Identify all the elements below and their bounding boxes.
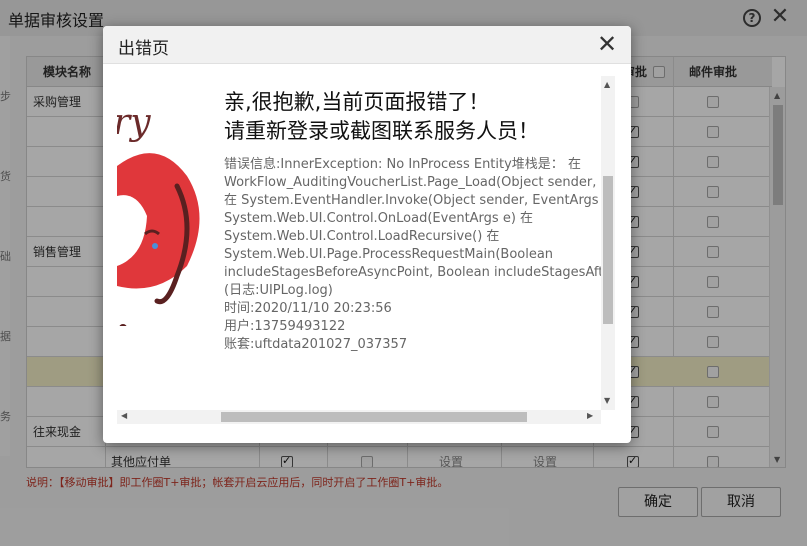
error-detail-line: 在 System.EventHandler.Invoke(Object send… bbox=[224, 193, 607, 208]
scroll-right-icon[interactable]: ▶ bbox=[587, 411, 593, 420]
error-detail-line: System.Web.UI.Control.OnLoad(EventArgs e… bbox=[224, 211, 534, 226]
mascot-dot bbox=[119, 324, 127, 326]
error-heading-line: 请重新登录或截图联系服务人员！ bbox=[224, 119, 539, 143]
error-detail-line: 错误信息:InnerException: No InProcess Entity… bbox=[224, 157, 581, 172]
error-detail-line: (日志:UIPLog.log) bbox=[224, 283, 333, 298]
mascot-text: ry bbox=[117, 102, 151, 143]
mascot-tear bbox=[152, 243, 158, 249]
scroll-up-icon[interactable]: ▲ bbox=[604, 80, 610, 89]
scroll-thumb[interactable] bbox=[603, 176, 613, 324]
error-detail-line: 时间:2020/11/10 20:23:56 bbox=[224, 301, 392, 316]
error-detail-line: System.Web.UI.Page.ProcessRequestMain(Bo… bbox=[224, 247, 554, 262]
error-detail-line: 用户:13759493122 bbox=[224, 319, 346, 334]
scroll-left-icon[interactable]: ◀ bbox=[121, 411, 127, 420]
error-detail: 错误信息:InnerException: No InProcess Entity… bbox=[224, 156, 607, 354]
scroll-down-icon[interactable]: ▼ bbox=[604, 396, 610, 405]
modal-title: 出错页 bbox=[118, 39, 169, 59]
close-icon[interactable]: ✕ bbox=[595, 29, 619, 59]
error-modal: 出错页 ✕ ry 亲,很抱歉,当前页面报错了！ 请重新登录或截图联系服务人员！ … bbox=[103, 26, 631, 443]
modal-vertical-scrollbar[interactable]: ▲ ▼ bbox=[601, 76, 615, 410]
modal-titlebar: 出错页 ✕ bbox=[103, 26, 631, 64]
error-heading: 亲,很抱歉,当前页面报错了！ 请重新登录或截图联系服务人员！ bbox=[224, 88, 539, 146]
error-detail-line: includeStagesBeforeAsyncPoint, Boolean i… bbox=[224, 265, 607, 280]
modal-body: ry 亲,很抱歉,当前页面报错了！ 请重新登录或截图联系服务人员！ 错误信息:I… bbox=[117, 76, 617, 426]
error-heading-line: 亲,很抱歉,当前页面报错了！ bbox=[224, 90, 490, 114]
error-detail-line: System.Web.UI.Control.LoadRecursive() 在 bbox=[224, 229, 500, 244]
modal-horizontal-scrollbar[interactable]: ◀ ▶ bbox=[117, 410, 601, 424]
scroll-thumb[interactable] bbox=[221, 412, 527, 422]
error-detail-line: WorkFlow_AuditingVoucherList.Page_Load(O… bbox=[224, 175, 607, 190]
mascot-illustration: ry bbox=[117, 102, 200, 326]
error-detail-line: 账套:uftdata201027_037357 bbox=[224, 337, 408, 352]
